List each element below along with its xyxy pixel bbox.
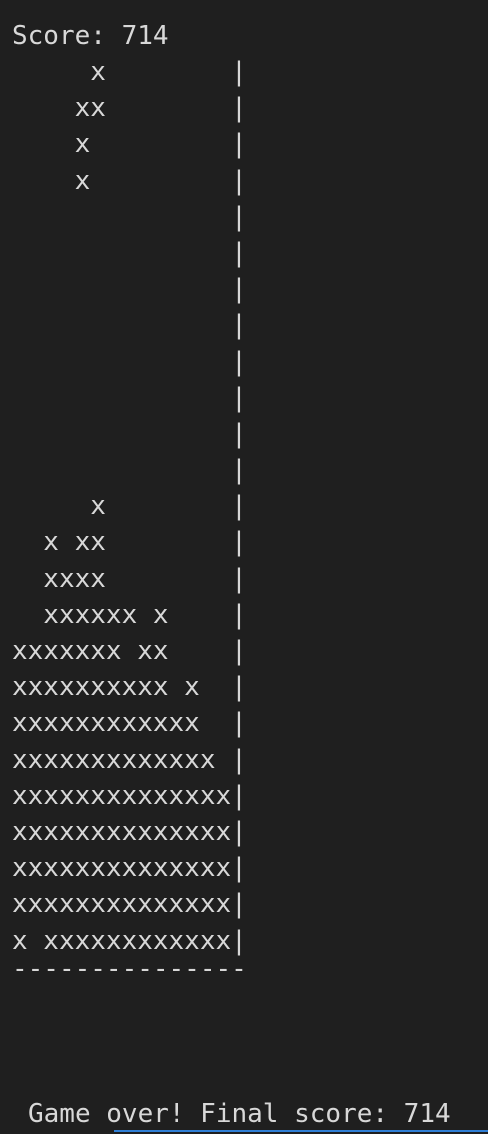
board-row: | xyxy=(12,418,247,449)
board-row: xxxx | xyxy=(12,563,247,594)
board-row: xxxxxx x | xyxy=(12,599,247,630)
board-row: xxxxxxxxxxxxxx| xyxy=(12,816,247,847)
terminal-output: Score: 714 x | xx | x | x | | | | | | | … xyxy=(12,18,482,983)
board-row: xxxxxxxxxxxxxx| xyxy=(12,889,247,920)
board-row: | xyxy=(12,346,247,377)
game-board: x | xx | x | x | | | | | | | | | x | x x… xyxy=(12,54,482,983)
panel-focus-rule xyxy=(114,1130,488,1132)
board-row: | xyxy=(12,274,247,305)
board-row: xxxxxxxxxxxxxx| xyxy=(12,780,247,811)
score-line: Score: 714 xyxy=(12,21,169,51)
board-row: | xyxy=(12,382,247,413)
board-row: | xyxy=(12,310,247,341)
board-row: xxxxxxxxxxxx | xyxy=(12,708,247,739)
board-row: x | xyxy=(12,57,247,87)
board-row: xx | xyxy=(12,93,247,124)
board-row: xxxxxxx xx | xyxy=(12,636,247,666)
game-over-message: Game over! Final score: 714 xyxy=(28,1099,451,1129)
board-row: x | xyxy=(12,165,247,196)
board-row: | xyxy=(12,455,247,486)
board-row: x | xyxy=(12,491,247,522)
board-row: xxxxxxxxxxxxxx| xyxy=(12,853,247,884)
board-floor: --------------- xyxy=(12,953,247,984)
board-row: x xx | xyxy=(12,527,247,558)
board-row: | xyxy=(12,201,247,232)
board-row: | xyxy=(12,237,247,268)
board-row: x | xyxy=(12,129,247,160)
board-row: xxxxxxxxxxxxx | xyxy=(12,744,247,775)
board-row: xxxxxxxxxx x | xyxy=(12,672,247,703)
